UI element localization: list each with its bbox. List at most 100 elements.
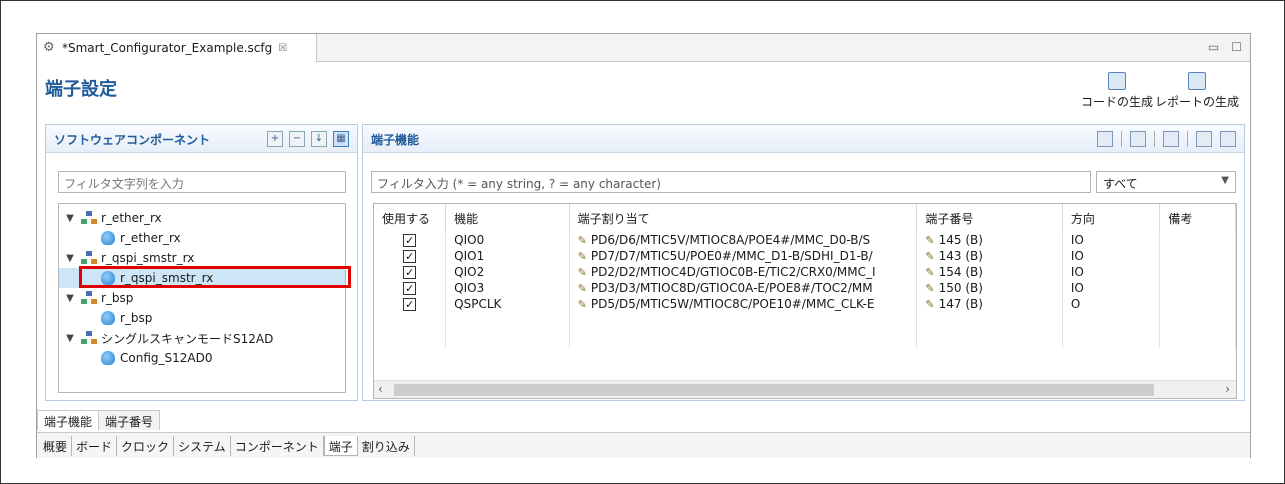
pin-number-cell[interactable]: ✎ 147 (B) [916, 296, 1063, 312]
tree-item[interactable]: ▼ シングルスキャンモードS12AD [59, 328, 345, 348]
generate-code-button[interactable]: コードの生成 [1081, 72, 1153, 110]
column-header[interactable]: 端子割り当て [569, 204, 918, 232]
export-icon[interactable] [1220, 131, 1236, 147]
use-checkbox[interactable]: ✓ [403, 250, 417, 263]
use-checkbox[interactable]: ✓ [403, 234, 417, 247]
table-row[interactable]: ✓ QIO2 ✎ PD2/D2/MTIOC4D/GTIOC0B-E/TIC2/CR… [374, 264, 1236, 280]
use-checkbox[interactable]: ✓ [403, 266, 417, 279]
tab-board[interactable]: ボード [72, 436, 118, 456]
table-row [374, 312, 1236, 348]
direction-cell: IO [1062, 280, 1161, 296]
tab-pins[interactable]: 端子 [323, 436, 358, 456]
note-cell [1159, 232, 1236, 248]
collapse-all-icon[interactable]: − [289, 131, 305, 147]
function-cell: QIO1 [445, 248, 570, 264]
tree-item[interactable]: ▼ r_ether_rx [59, 208, 345, 228]
pin-view-icon[interactable] [1130, 131, 1146, 147]
tree-item[interactable]: Config_S12AD0 [59, 348, 345, 368]
pin-filter-input[interactable]: フィルタ入力 (* = any string, ? = any characte… [371, 171, 1091, 193]
close-icon[interactable]: ☒ [278, 43, 287, 54]
chevron-left-icon[interactable]: ‹ [378, 382, 383, 396]
generate-report-label: レポートの生成 [1155, 95, 1240, 109]
component-filter-input[interactable]: フィルタ文字列を入力 [58, 171, 346, 193]
use-checkbox[interactable]: ✓ [403, 282, 417, 295]
column-header[interactable]: 方向 [1062, 204, 1161, 232]
function-cell: QSPCLK [445, 296, 570, 312]
maximize-icon[interactable]: ☐ [1231, 40, 1242, 54]
tab-component[interactable]: コンポーネント [231, 436, 324, 456]
column-header[interactable]: 端子番号 [916, 204, 1063, 232]
use-checkbox-cell[interactable]: ✓ [374, 248, 447, 264]
table-row[interactable]: ✓ QIO1 ✎ PD7/D7/MTIC5U/POE0#/MMC_D1-B/SDH… [374, 248, 1236, 264]
filter-select[interactable]: すべて ▼ [1096, 171, 1236, 193]
assign-cell[interactable]: ✎ PD6/D6/MTIC5V/MTIOC8A/POE4#/MMC_D0-B/S [569, 232, 918, 248]
filter-select-value: すべて [1103, 177, 1138, 191]
assign-cell[interactable]: ✎ PD5/D5/MTIC5W/MTIOC8C/POE10#/MMC_CLK-E [569, 296, 918, 312]
use-checkbox-cell[interactable]: ✓ [374, 264, 447, 280]
assign-cell[interactable]: ✎ PD2/D2/MTIOC4D/GTIOC0B-E/TIC2/CRX0/MMC_… [569, 264, 918, 280]
direction-cell: IO [1062, 264, 1161, 280]
assign-cell[interactable]: ✎ PD3/D3/MTIOC8D/GTIOC0A-E/POE8#/TOC2/MM [569, 280, 918, 296]
table-row[interactable]: ✓ QIO0 ✎ PD6/D6/MTIC5V/MTIOC8A/POE4#/MMC_… [374, 232, 1236, 248]
chevron-down-icon[interactable]: ▼ [63, 213, 77, 224]
tab-overview[interactable]: 概要 [39, 436, 73, 456]
pin-number-cell[interactable]: ✎ 143 (B) [916, 248, 1063, 264]
column-header[interactable]: 備考 [1159, 204, 1236, 232]
tab-pin-number[interactable]: 端子番号 [98, 410, 161, 430]
chevron-down-icon[interactable]: ▼ [63, 253, 77, 264]
tree-item-label: r_bsp [101, 291, 134, 305]
function-cell: QIO2 [445, 264, 570, 280]
tree-item[interactable]: r_ether_rx [59, 228, 345, 248]
tree-item[interactable]: ▼ r_bsp [59, 288, 345, 308]
tab-system[interactable]: システム [174, 436, 231, 456]
tab-pin-function[interactable]: 端子機能 [37, 410, 100, 430]
use-checkbox-cell[interactable]: ✓ [374, 280, 447, 296]
chevron-down-icon[interactable]: ▼ [63, 293, 77, 304]
function-cell: QIO3 [445, 280, 570, 296]
assign-cell[interactable]: ✎ PD7/D7/MTIC5U/POE0#/MMC_D1-B/SDHI_D1-B/ [569, 248, 918, 264]
pencil-icon: ✎ [577, 234, 587, 247]
generate-report-button[interactable]: レポートの生成 [1155, 72, 1239, 110]
use-checkbox-cell[interactable]: ✓ [374, 232, 447, 248]
pencil-icon: ✎ [925, 250, 935, 263]
left-toolbar: + − ↓ ▦ [267, 131, 349, 147]
use-checkbox-cell[interactable]: ✓ [374, 296, 447, 312]
component-tree: ▼ r_ether_rx r_ether_rx ▼ r_qspi_smstr_r… [58, 203, 351, 393]
pin-number-value: 145 (B) [938, 233, 983, 247]
component-view-icon[interactable]: ▦ [333, 131, 349, 147]
pin-number-cell[interactable]: ✎ 154 (B) [916, 264, 1063, 280]
assign-value: PD5/D5/MTIC5W/MTIOC8C/POE10#/MMC_CLK-E [590, 297, 875, 311]
column-header[interactable]: 機能 [445, 204, 570, 232]
import-icon[interactable] [1196, 131, 1212, 147]
pin-number-cell[interactable]: ✎ 150 (B) [916, 280, 1063, 296]
refresh-icon[interactable] [1097, 131, 1113, 147]
sort-icon[interactable]: ↓ [311, 131, 327, 147]
note-cell [1159, 264, 1236, 280]
editor-tab-bar: ⚙ *Smart_Configurator_Example.scfg ☒ ▭ ☐ [37, 34, 1250, 62]
expand-all-icon[interactable]: + [267, 131, 283, 147]
column-header[interactable]: 使用する [374, 204, 447, 232]
scrollbar-thumb[interactable] [394, 384, 1154, 396]
pin-view-tabs: 端子機能 端子番号 [37, 410, 161, 430]
tree-item-label: r_qspi_smstr_rx [101, 251, 195, 265]
table-row[interactable]: ✓ QIO3 ✎ PD3/D3/MTIOC8D/GTIOC0A-E/POE8#/T… [374, 280, 1236, 296]
board-icon[interactable] [1163, 131, 1179, 147]
chevron-right-icon[interactable]: › [1225, 382, 1230, 396]
tab-interrupts[interactable]: 割り込み [358, 436, 415, 456]
pencil-icon: ✎ [925, 234, 935, 247]
left-panel-title: ソフトウェアコンポーネント [54, 133, 211, 147]
tab-clock[interactable]: クロック [117, 436, 175, 456]
right-panel-title: 端子機能 [371, 133, 420, 147]
chevron-down-icon[interactable]: ▼ [63, 333, 77, 344]
editor-tab[interactable]: ⚙ *Smart_Configurator_Example.scfg ☒ [37, 34, 317, 62]
tree-item[interactable]: r_bsp [59, 308, 345, 328]
use-checkbox[interactable]: ✓ [403, 298, 417, 311]
editor-tab-title: *Smart_Configurator_Example.scfg [62, 41, 273, 55]
horizontal-scrollbar[interactable]: ‹ › [374, 380, 1236, 398]
pencil-icon: ✎ [577, 298, 587, 311]
tree-item[interactable]: ▼ r_qspi_smstr_rx [59, 248, 345, 268]
table-row[interactable]: ✓ QSPCLK ✎ PD5/D5/MTIC5W/MTIOC8C/POE10#/M… [374, 296, 1236, 312]
pin-number-value: 143 (B) [938, 249, 983, 263]
pin-number-cell[interactable]: ✎ 145 (B) [916, 232, 1063, 248]
minimize-icon[interactable]: ▭ [1208, 40, 1219, 54]
